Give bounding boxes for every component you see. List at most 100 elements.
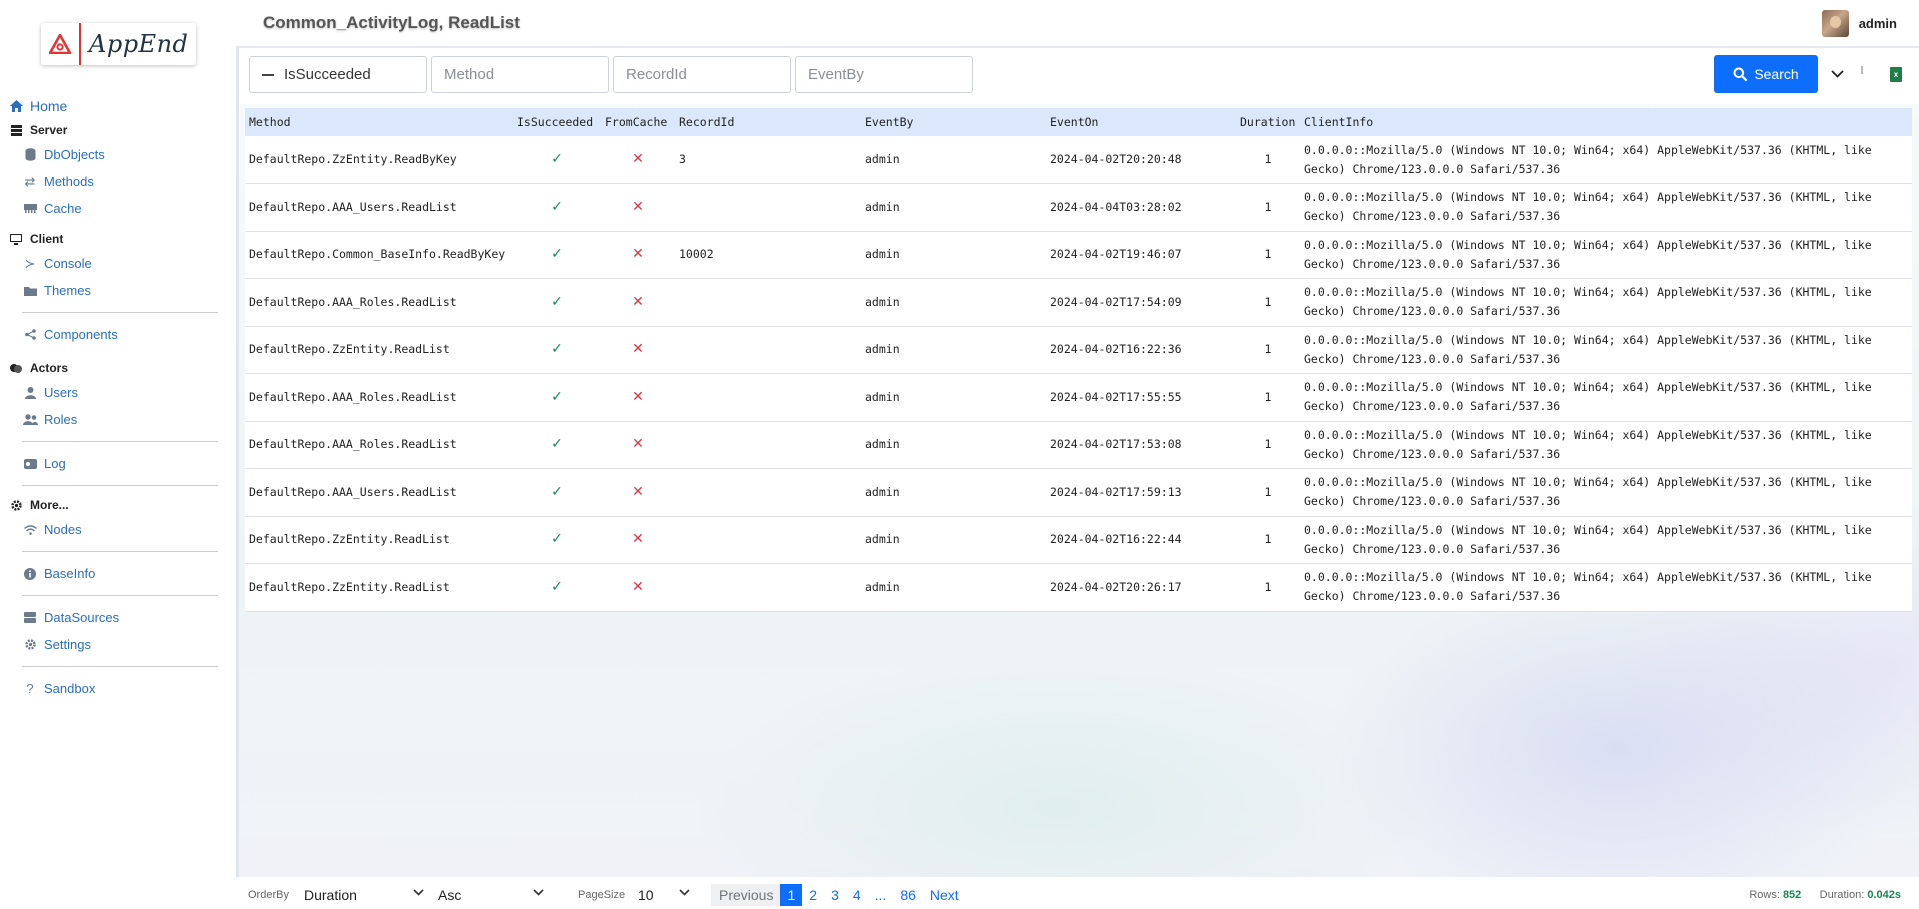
sort-direction-select[interactable]: Asc <box>438 884 544 906</box>
sidebar-item-home[interactable]: Home <box>8 92 218 119</box>
log-icon <box>22 457 38 471</box>
fromcache-cell: ✕ <box>601 516 675 564</box>
table-row[interactable]: DefaultRepo.Common_BaseInfo.ReadByKey ✓ … <box>245 231 1912 279</box>
sidebar-item-console[interactable]: ≻ Console <box>8 250 218 277</box>
clientinfo-cell: 0.0.0.0::Mozilla/5.0 (Windows NT 10.0; W… <box>1300 516 1912 564</box>
sidebar-item-roles[interactable]: Roles <box>8 406 218 433</box>
main-panel: IsSucceeded Method RecordId EventBy Sear… <box>236 46 1919 909</box>
search-button[interactable]: Search <box>1714 55 1818 93</box>
table-row[interactable]: DefaultRepo.AAA_Roles.ReadList ✓ ✕ admin… <box>245 373 1912 422</box>
desktop-icon <box>8 232 24 246</box>
recordid-filter-input[interactable]: RecordId <box>613 56 791 93</box>
x-icon: ✕ <box>632 198 644 215</box>
x-icon: ✕ <box>632 436 644 453</box>
table-header-row: Method IsSucceeded FromCache RecordId Ev… <box>245 108 1912 136</box>
table-row[interactable]: DefaultRepo.ZzEntity.ReadList ✓ ✕ admin … <box>245 516 1912 564</box>
table-row[interactable]: DefaultRepo.ZzEntity.ReadList ✓ ✕ admin … <box>245 326 1912 374</box>
succeeded-cell: ✓ <box>513 278 601 327</box>
column-header[interactable]: EventOn <box>1046 108 1236 136</box>
eventby-cell: admin <box>861 231 1046 279</box>
column-header[interactable]: Duration <box>1236 108 1300 136</box>
eventby-filter-input[interactable]: EventBy <box>795 56 973 93</box>
sidebar-item-settings[interactable]: Settings <box>8 631 218 658</box>
table-row[interactable]: DefaultRepo.AAA_Roles.ReadList ✓ ✕ admin… <box>245 421 1912 469</box>
chevron-down-icon <box>679 889 690 896</box>
table-row[interactable]: DefaultRepo.AAA_Roles.ReadList ✓ ✕ admin… <box>245 278 1912 327</box>
pagination-page[interactable]: 4 <box>845 884 868 906</box>
home-icon <box>8 99 24 113</box>
eventby-cell: admin <box>861 563 1046 612</box>
method-cell: DefaultRepo.ZzEntity.ReadList <box>245 326 513 374</box>
sidebar-item-label: Cache <box>44 201 82 216</box>
pagination-page[interactable]: 3 <box>824 884 846 906</box>
pagination-next[interactable]: Next <box>922 884 966 906</box>
sidebar-item-datasources[interactable]: DataSources <box>8 604 218 631</box>
clientinfo-cell: 0.0.0.0::Mozilla/5.0 (Windows NT 10.0; W… <box>1300 563 1912 612</box>
orderby-select[interactable]: Duration <box>304 884 424 906</box>
fromcache-cell: ✕ <box>601 183 675 232</box>
check-icon: ✓ <box>551 578 563 595</box>
table-row[interactable]: DefaultRepo.AAA_Users.ReadList ✓ ✕ admin… <box>245 183 1912 232</box>
column-header[interactable]: EventBy <box>861 108 1046 136</box>
user-name: admin <box>1858 16 1897 31</box>
method-filter-placeholder: Method <box>444 66 495 83</box>
succeeded-cell: ✓ <box>513 183 601 232</box>
eventby-cell: admin <box>861 183 1046 232</box>
column-header[interactable]: IsSucceeded <box>513 108 601 136</box>
sidebar-item-methods[interactable]: ⇄ Methods <box>8 168 218 195</box>
eventon-cell: 2024-04-02T20:20:48 <box>1046 136 1236 184</box>
pagination-page[interactable]: 2 <box>802 884 825 906</box>
duration-cell: 1 <box>1236 183 1300 232</box>
excel-export-icon[interactable]: x <box>1890 67 1902 82</box>
method-cell: DefaultRepo.ZzEntity.ReadByKey <box>245 136 513 184</box>
sidebar-divider <box>22 551 218 552</box>
eventby-cell: admin <box>861 516 1046 564</box>
sidebar-item-cache[interactable]: Cache <box>8 195 218 222</box>
eventby-cell: admin <box>861 278 1046 327</box>
recordid-cell <box>675 326 861 374</box>
table-row[interactable]: DefaultRepo.AAA_Users.ReadList ✓ ✕ admin… <box>245 468 1912 517</box>
table-row[interactable]: DefaultRepo.ZzEntity.ReadByKey ✓ ✕ 3 adm… <box>245 136 1912 184</box>
check-icon: ✓ <box>551 388 563 405</box>
sidebar-item-themes[interactable]: Themes <box>8 277 218 304</box>
user-menu[interactable]: admin <box>1821 10 1897 37</box>
eventon-cell: 2024-04-02T16:22:36 <box>1046 326 1236 374</box>
sidebar-item-log[interactable]: Log <box>8 450 218 477</box>
check-icon: ✓ <box>551 483 563 500</box>
recordid-cell <box>675 373 861 422</box>
issucceeded-filter[interactable]: IsSucceeded <box>249 56 427 93</box>
table-row[interactable]: DefaultRepo.ZzEntity.ReadList ✓ ✕ admin … <box>245 563 1912 612</box>
pagination-previous[interactable]: Previous <box>711 884 780 906</box>
column-header[interactable]: ClientInfo <box>1300 108 1912 136</box>
pagination-page[interactable]: 1 <box>780 884 803 906</box>
recordid-cell <box>675 468 861 517</box>
sidebar-item-sandbox[interactable]: ? Sandbox <box>8 675 218 702</box>
sidebar-item-label: Components <box>44 327 118 342</box>
column-header[interactable]: FromCache <box>601 108 675 136</box>
logo-text: AppEnd <box>89 30 189 58</box>
sidebar-item-dbobjects[interactable]: DbObjects <box>8 141 218 168</box>
column-header[interactable]: RecordId <box>675 108 861 136</box>
rows-label: Rows: <box>1749 889 1780 901</box>
duration-cell: 1 <box>1236 278 1300 327</box>
column-header[interactable]: Method <box>245 108 513 136</box>
filter-bar: IsSucceeded Method RecordId EventBy Sear… <box>239 48 1919 104</box>
sidebar-item-nodes[interactable]: Nodes <box>8 516 218 543</box>
sidebar-divider <box>22 666 218 667</box>
app-logo[interactable]: AppEnd <box>41 23 196 65</box>
fromcache-cell: ✕ <box>601 563 675 612</box>
method-filter-input[interactable]: Method <box>431 56 609 93</box>
eventon-cell: 2024-04-02T17:53:08 <box>1046 421 1236 469</box>
sidebar-item-baseinfo[interactable]: BaseInfo <box>8 560 218 587</box>
sidebar-item-users[interactable]: Users <box>8 379 218 406</box>
recordid-cell <box>675 278 861 327</box>
pagination-page-last[interactable]: 86 <box>893 884 923 906</box>
duration-label: Duration: <box>1819 889 1865 901</box>
chevron-down-icon[interactable] <box>1829 66 1845 82</box>
sidebar-group-actors: Actors <box>8 357 218 379</box>
duration-value: 0.042s <box>1867 889 1901 901</box>
database-icon <box>22 148 38 162</box>
pagesize-select[interactable]: 10 <box>638 884 690 906</box>
sidebar-item-components[interactable]: Components <box>8 321 218 348</box>
